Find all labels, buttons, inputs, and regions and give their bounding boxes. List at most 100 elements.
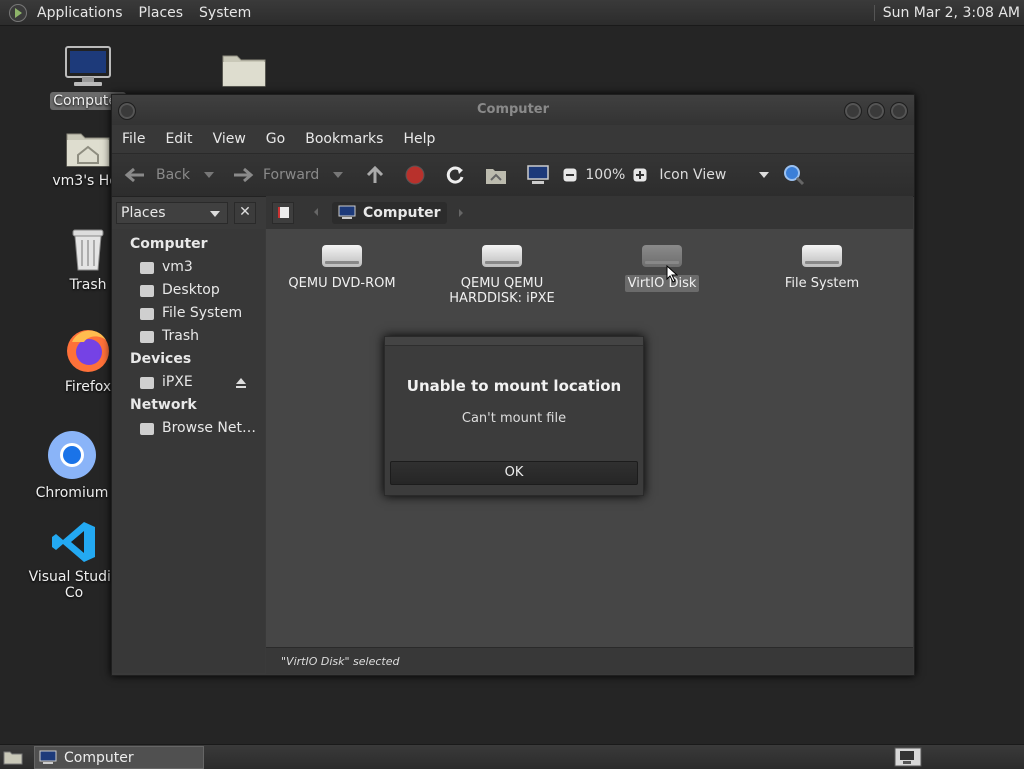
item-label: QEMU DVD-ROM <box>288 276 396 291</box>
menu-help[interactable]: Help <box>393 131 445 147</box>
trash-icon <box>140 330 154 343</box>
sidebar-item-label: vm3 <box>162 259 193 275</box>
computer-button[interactable] <box>527 165 550 185</box>
folder-icon <box>221 50 267 88</box>
chevron-left-icon[interactable] <box>314 208 318 216</box>
menu-bookmarks[interactable]: Bookmarks <box>295 131 393 147</box>
item-label: File System <box>784 276 860 291</box>
drive-icon <box>140 307 154 320</box>
sidebar-item-label: File System <box>162 305 243 321</box>
minimize-icon[interactable] <box>844 102 862 120</box>
dialog-header[interactable] <box>385 337 643 346</box>
up-button[interactable] <box>365 165 385 185</box>
view-mode-select[interactable]: Icon View <box>659 167 770 183</box>
mouse-pointer-icon <box>666 265 678 283</box>
optical-drive-icon <box>322 245 362 267</box>
dialog-message: Can't mount file <box>461 411 567 426</box>
sidebar-item-browse-network[interactable]: Browse Net… <box>112 417 265 440</box>
eject-icon[interactable] <box>235 377 247 389</box>
zoom-in-button[interactable] <box>633 168 647 182</box>
list-item-selected[interactable]: VirtIO Disk <box>596 245 728 292</box>
ok-button[interactable]: OK <box>390 461 638 485</box>
places-select-label: Places <box>121 204 166 221</box>
back-label: Back <box>156 167 190 183</box>
forward-button[interactable]: Forward <box>232 167 344 183</box>
list-item[interactable]: File System <box>756 245 888 292</box>
sidebar-heading-devices: Devices <box>130 351 192 367</box>
back-button[interactable]: Back <box>124 167 214 183</box>
window-titlebar[interactable]: Computer <box>112 95 914 125</box>
chromium-icon <box>47 430 97 480</box>
forward-label: Forward <box>263 167 320 183</box>
places-menu[interactable]: Places <box>131 5 192 21</box>
forward-history-dropdown-icon[interactable] <box>333 172 344 178</box>
sidebar-item-label: Browse Net… <box>162 420 257 436</box>
sidebar-heading-computer: Computer <box>130 236 208 252</box>
hard-disk-icon <box>802 245 842 267</box>
sidebar-item-ipxe[interactable]: iPXE <box>112 371 265 394</box>
hard-disk-icon <box>482 245 522 267</box>
network-icon <box>140 422 154 435</box>
zoom-out-button[interactable] <box>563 168 577 182</box>
home-icon <box>140 261 154 274</box>
trash-icon <box>68 226 108 272</box>
system-menu[interactable]: System <box>191 5 259 21</box>
taskbar-item-label: Computer <box>64 749 134 766</box>
desktop-icon-folder[interactable] <box>189 50 299 92</box>
bottom-panel: Computer <box>0 744 1024 769</box>
taskbar-item-computer[interactable]: Computer <box>34 746 204 769</box>
item-label: VirtIO Disk <box>624 275 700 292</box>
show-desktop-icon[interactable] <box>3 749 23 765</box>
menu-edit[interactable]: Edit <box>155 131 202 147</box>
menu-file[interactable]: File <box>112 131 155 147</box>
breadcrumb-label: Computer <box>363 204 441 221</box>
desktop-icon-label: Chromium <box>35 485 109 501</box>
close-sidebar-button[interactable]: ✕ <box>234 201 256 224</box>
error-dialog: Unable to mount location Can't mount fil… <box>384 336 644 496</box>
back-history-dropdown-icon[interactable] <box>204 172 214 178</box>
home-folder-icon <box>65 128 111 168</box>
sidebar-item-desktop[interactable]: Desktop <box>112 279 265 302</box>
computer-icon <box>39 750 57 764</box>
up-arrow-icon <box>367 165 384 183</box>
forward-arrow-icon <box>234 167 254 183</box>
reload-button[interactable] <box>445 165 465 185</box>
computer-icon <box>338 205 356 219</box>
window-menu-icon[interactable] <box>118 102 136 120</box>
reload-icon <box>447 166 464 184</box>
location-bar: Computer <box>266 196 913 229</box>
toggle-location-entry-button[interactable] <box>272 201 294 224</box>
sidebar: Computer vm3 Desktop File System Trash D… <box>112 229 265 673</box>
breadcrumb-computer[interactable]: Computer <box>332 201 447 224</box>
home-button[interactable] <box>485 165 507 185</box>
sidebar-item-file-system[interactable]: File System <box>112 302 265 325</box>
menu-go[interactable]: Go <box>256 131 295 147</box>
sidebar-item-label: Trash <box>162 328 199 344</box>
zoom-in-icon <box>633 168 647 182</box>
firefox-icon <box>64 326 112 374</box>
drive-icon <box>140 376 154 389</box>
chevron-down-icon <box>759 172 770 178</box>
chevron-right-icon[interactable] <box>458 208 463 217</box>
sidebar-item-trash[interactable]: Trash <box>112 325 265 348</box>
desktop-icon <box>140 284 154 297</box>
zoom-level: 100% <box>585 167 626 183</box>
sidebar-header: Places ✕ <box>112 196 265 229</box>
list-item[interactable]: QEMU DVD-ROM <box>276 245 408 292</box>
menu-view[interactable]: View <box>203 131 256 147</box>
menu-logo-icon[interactable] <box>9 3 27 22</box>
applications-menu[interactable]: Applications <box>29 5 131 21</box>
maximize-icon[interactable] <box>867 102 885 120</box>
dialog-title: Unable to mount location <box>406 377 622 395</box>
clock[interactable]: Sun Mar 2, 3:08 AM <box>873 4 1024 21</box>
sidebar-item-label: Desktop <box>162 282 220 298</box>
computer-icon <box>64 46 112 88</box>
sidebar-item-vm3[interactable]: vm3 <box>112 256 265 279</box>
close-icon[interactable] <box>890 102 908 120</box>
places-select[interactable]: Places <box>116 201 228 224</box>
workspace-switcher-icon[interactable] <box>894 747 922 767</box>
stop-button[interactable] <box>405 165 425 185</box>
list-item[interactable]: QEMU QEMU HARDDISK: iPXE <box>436 245 568 307</box>
desktop-icon-label: Trash <box>69 277 107 293</box>
search-button[interactable] <box>783 164 805 186</box>
